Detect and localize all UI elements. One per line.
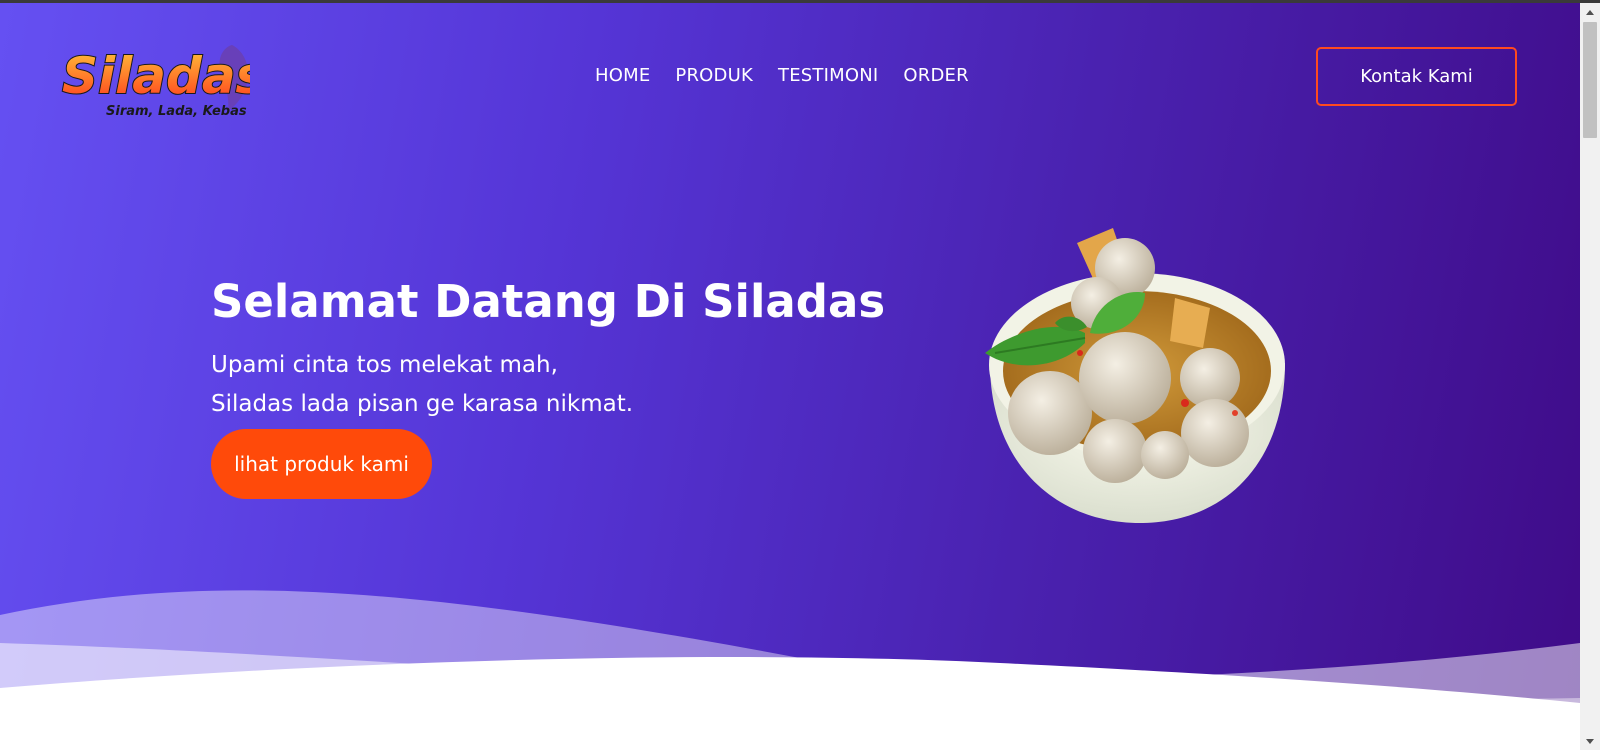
nav-link-order[interactable]: ORDER: [903, 65, 968, 86]
hero-subtitle-line-1: Upami cinta tos melekat mah,: [211, 352, 558, 378]
meatball-bowl-image: [985, 223, 1295, 533]
triangle-up-icon[interactable]: [1580, 3, 1600, 21]
svg-text:Siladas: Siladas: [62, 47, 250, 105]
hero-section: Siladas Siram, Lada, Kebas HOME PRODUK T…: [0, 3, 1580, 750]
scrollbar-thumb[interactable]: [1583, 22, 1597, 138]
hero-subtitle-line-2: Siladas lada pisan ge karasa nikmat.: [211, 391, 634, 417]
nav-link-produk[interactable]: PRODUK: [675, 65, 753, 86]
nav-link-testimoni[interactable]: TESTIMONI: [778, 65, 878, 86]
main-nav: HOME PRODUK TESTIMONI ORDER: [595, 65, 969, 86]
nav-link-home[interactable]: HOME: [595, 65, 650, 86]
page-viewport: Siladas Siram, Lada, Kebas HOME PRODUK T…: [0, 3, 1580, 750]
hero-title: Selamat Datang Di Siladas: [211, 275, 886, 328]
triangle-down-icon[interactable]: [1580, 732, 1600, 750]
vertical-scrollbar[interactable]: [1580, 3, 1600, 750]
view-products-button[interactable]: lihat produk kami: [211, 429, 432, 499]
hero-wave-divider: [0, 590, 1580, 750]
contact-button[interactable]: Kontak Kami: [1316, 47, 1517, 106]
svg-text:Siram, Lada, Kebas: Siram, Lada, Kebas: [106, 104, 247, 119]
siladas-logo[interactable]: Siladas Siram, Lada, Kebas: [60, 37, 266, 121]
